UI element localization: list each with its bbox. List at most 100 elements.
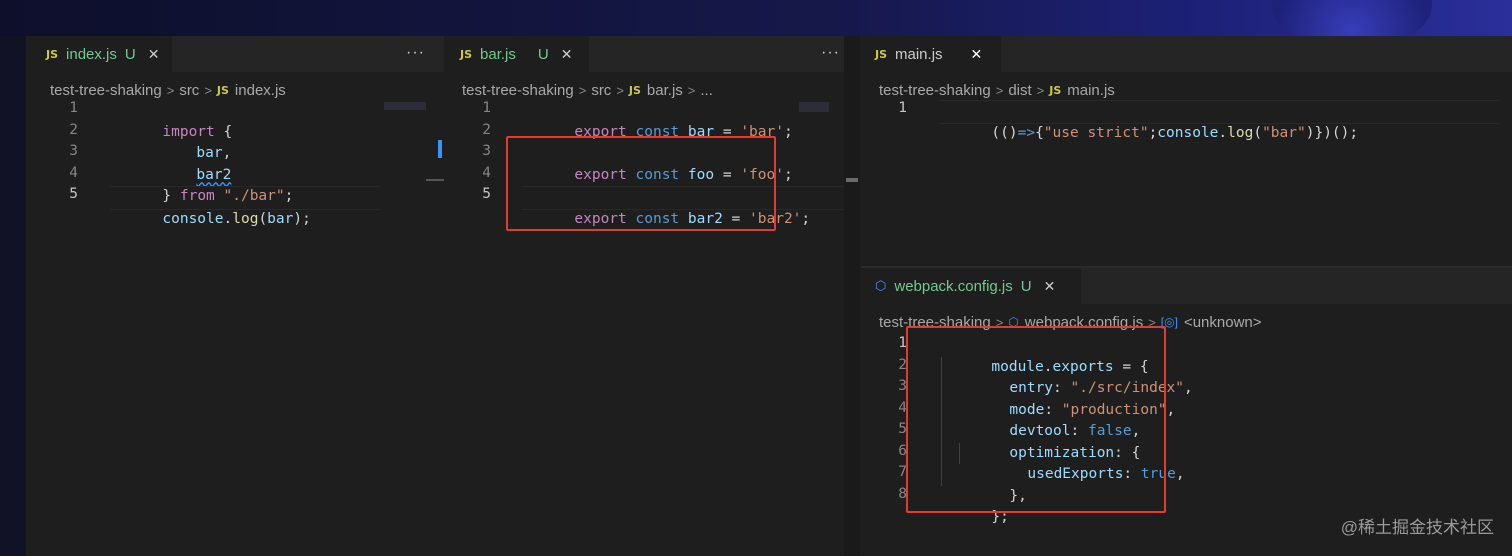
code-token: )})(); — [1305, 124, 1359, 141]
line-number: 5 — [898, 421, 907, 437]
code-token: . — [1218, 124, 1228, 141]
code-token: , — [1184, 380, 1193, 396]
close-icon[interactable]: ✕ — [1044, 278, 1056, 295]
code-token: bar — [267, 210, 294, 227]
line-number: 1 — [69, 100, 78, 116]
line-number: 4 — [69, 164, 78, 181]
breadcrumb-folder[interactable]: src — [591, 82, 611, 99]
javascript-file-icon: JS — [46, 47, 59, 61]
untracked-badge: U — [1020, 277, 1032, 295]
chevron-right-icon: > — [578, 82, 587, 98]
code-token: . — [223, 210, 233, 227]
tab-bar: ⬡ webpack.config.js U ✕ — [861, 268, 1512, 304]
code-token: ; — [783, 166, 793, 183]
code-token: ( — [258, 210, 268, 227]
code-token: ); — [293, 210, 311, 227]
line-number: 1 — [482, 100, 491, 116]
breadcrumb-folder[interactable]: test-tree-shaking — [462, 82, 574, 99]
javascript-file-icon: JS — [1049, 83, 1062, 97]
chevron-right-icon: > — [616, 82, 624, 98]
tab-bar: JS index.js U ✕ ··· — [26, 36, 444, 72]
line-number: 5 — [69, 186, 78, 202]
line-number: 8 — [898, 485, 907, 502]
line-number: 2 — [898, 356, 907, 373]
code-line: export const bar = 'bar'; — [522, 100, 792, 140]
more-actions-icon[interactable]: ··· — [406, 44, 425, 62]
code-token: console — [162, 210, 224, 227]
javascript-file-icon: JS — [216, 83, 229, 97]
line-number: 5 — [482, 186, 491, 202]
left-edge-background — [0, 36, 26, 556]
chevron-right-icon: > — [166, 82, 175, 98]
code-token: ( — [1253, 124, 1263, 141]
breadcrumb-file[interactable]: main.js — [1067, 82, 1115, 99]
tab-main-js[interactable]: JS main.js ✕ — [861, 36, 1001, 72]
code-token: ; — [1148, 124, 1158, 141]
editor-pane-main: JS main.js ✕ test-tree-shaking > dist > … — [861, 36, 1512, 266]
code-token: ; — [801, 210, 811, 227]
code-token: log — [1227, 124, 1254, 141]
editor-pane-index: JS index.js U ✕ ··· test-tree-shaking > … — [26, 36, 444, 556]
decorative-shape — [1272, 0, 1432, 36]
line-number: 2 — [69, 121, 78, 138]
code-line-current: console.log(bar); — [110, 186, 380, 227]
highlight-box — [506, 136, 776, 231]
breadcrumb-file[interactable]: index.js — [235, 82, 286, 99]
pane-divider[interactable] — [844, 36, 860, 556]
minimap[interactable] — [384, 102, 426, 110]
breadcrumb: test-tree-shaking > src > JS index.js — [50, 80, 286, 100]
tab-bar: JS main.js ✕ — [861, 36, 1512, 72]
line-number: 7 — [898, 464, 907, 480]
tab-index-js[interactable]: JS index.js U ✕ — [26, 36, 172, 72]
code-line: import { — [110, 100, 232, 140]
tab-bar: JS bar.js U ✕ ··· — [445, 36, 859, 72]
breadcrumb: test-tree-shaking > dist > JS main.js — [879, 80, 1115, 100]
code-token: "bar" — [1262, 124, 1306, 141]
breadcrumb-folder[interactable]: dist — [1008, 82, 1031, 99]
code-token: , — [1166, 401, 1176, 418]
scrollbar-thumb[interactable] — [438, 140, 442, 158]
minimap[interactable] — [799, 102, 829, 112]
line-number: 3 — [69, 143, 78, 159]
code-line: } from "./bar"; — [110, 165, 293, 204]
line-number: 4 — [482, 164, 491, 181]
code-token: console — [1157, 124, 1219, 141]
untracked-badge: U — [124, 45, 136, 63]
window-top-background — [0, 0, 1512, 36]
breadcrumb-folder[interactable]: src — [179, 82, 199, 99]
scrollbar-thumb[interactable] — [846, 178, 858, 182]
highlight-box — [906, 326, 1166, 513]
javascript-file-icon: JS — [460, 47, 473, 61]
tab-bar-js[interactable]: JS bar.js U ✕ — [445, 36, 589, 72]
close-icon[interactable]: ✕ — [561, 46, 573, 63]
tab-label: main.js — [895, 45, 943, 63]
breadcrumb-file[interactable]: bar.js — [647, 82, 683, 99]
line-number: 6 — [898, 442, 907, 459]
code-token: => — [1017, 124, 1036, 141]
breadcrumb: test-tree-shaking > src > JS bar.js > ..… — [462, 80, 713, 100]
line-number: 3 — [898, 378, 907, 394]
tab-label: bar.js — [480, 45, 516, 63]
chevron-right-icon: > — [1036, 82, 1045, 98]
breadcrumb-folder[interactable]: test-tree-shaking — [50, 82, 162, 99]
breadcrumb-more[interactable]: ... — [700, 82, 713, 99]
tab-webpack-config-js[interactable]: ⬡ webpack.config.js U ✕ — [861, 268, 1081, 304]
tab-label: index.js — [66, 45, 117, 63]
ruler-line — [426, 179, 444, 181]
watermark: @稀土掘金技术社区 — [1340, 518, 1494, 537]
javascript-file-icon: JS — [875, 47, 888, 61]
breadcrumb-folder[interactable]: test-tree-shaking — [879, 82, 991, 99]
code-token: (() — [991, 124, 1018, 141]
line-number: 1 — [898, 335, 907, 351]
close-icon[interactable]: ✕ — [971, 46, 983, 63]
close-icon[interactable]: ✕ — [148, 46, 160, 63]
breadcrumb-symbol[interactable]: <unknown> — [1184, 314, 1262, 331]
code-token: "use strict" — [1043, 124, 1149, 141]
code-token: log — [232, 210, 259, 227]
code-line: bar2 — [144, 143, 231, 183]
untracked-badge: U — [537, 45, 549, 63]
more-actions-icon[interactable]: ··· — [821, 44, 840, 62]
chevron-right-icon: > — [204, 82, 212, 98]
code-line-current: (()=>{"use strict";console.log("bar")})(… — [939, 100, 1499, 141]
chevron-right-icon: > — [687, 82, 696, 98]
